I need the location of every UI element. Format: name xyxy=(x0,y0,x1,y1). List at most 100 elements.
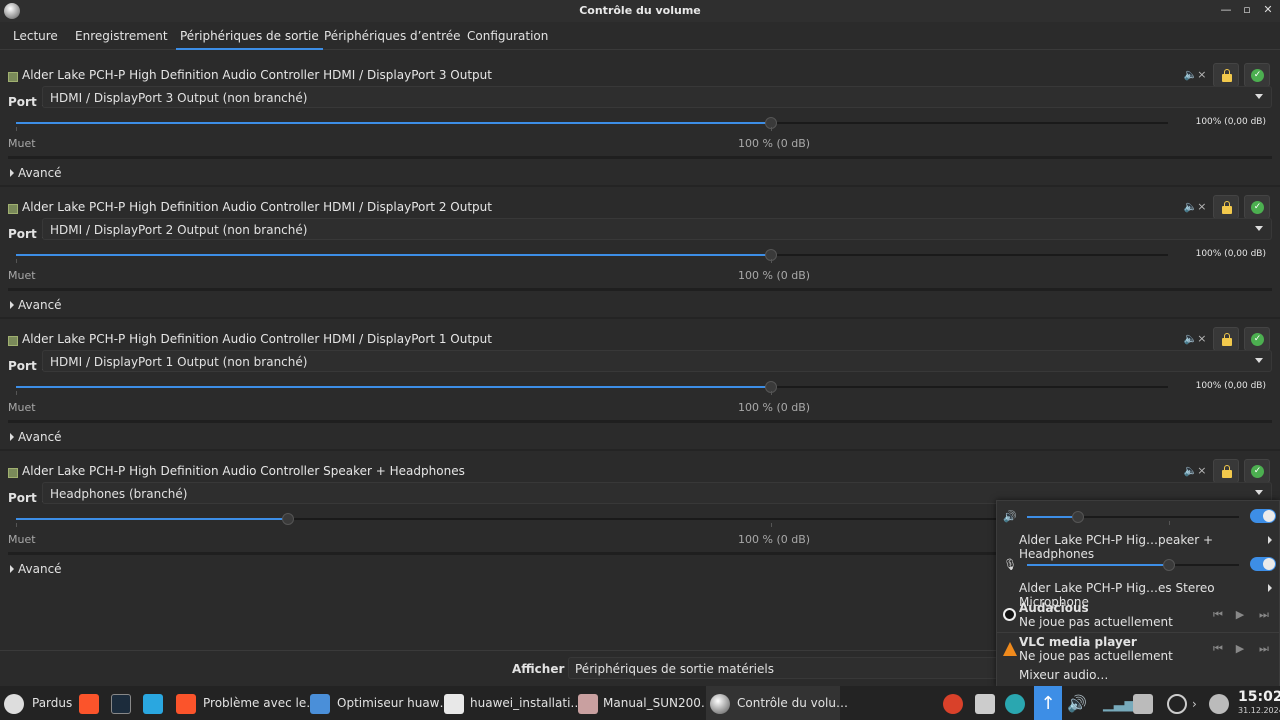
expand-arrow-icon xyxy=(10,169,14,177)
100-percent-scale-label: 100 % (0 dB) xyxy=(738,401,811,414)
set-default-button[interactable]: ✓ xyxy=(1244,459,1270,483)
advanced-expander[interactable]: Avancé xyxy=(10,166,62,180)
close-button[interactable]: ✕ xyxy=(1261,3,1275,17)
tab-peripheriques-entree[interactable]: Périphériques d’entrée xyxy=(324,22,461,50)
clock-date: 31.12.2024 xyxy=(1238,706,1280,715)
tab-configuration[interactable]: Configuration xyxy=(467,22,548,50)
set-default-button[interactable]: ✓ xyxy=(1244,327,1270,351)
volume-fill xyxy=(16,122,771,124)
sound-card-icon xyxy=(8,204,18,214)
input-volume-slider[interactable] xyxy=(1027,559,1239,571)
play-button[interactable]: ▶ xyxy=(1231,607,1249,623)
slider-tick xyxy=(16,391,17,395)
lock-channels-button[interactable] xyxy=(1213,195,1239,219)
vlc-icon xyxy=(1003,642,1017,656)
previous-track-button[interactable]: ⏮ xyxy=(1209,641,1227,657)
audio-mixer-link[interactable]: Mixeur audio… xyxy=(1019,668,1108,682)
lock-channels-button[interactable] xyxy=(1213,459,1239,483)
tab-enregistrement[interactable]: Enregistrement xyxy=(75,22,168,50)
window-label: huawei_installati… xyxy=(470,696,583,710)
start-menu-button[interactable]: Pardus xyxy=(0,686,72,720)
set-default-button[interactable]: ✓ xyxy=(1244,195,1270,219)
mute-toggle-button[interactable]: 🔈× xyxy=(1182,195,1208,219)
tray-app-1[interactable] xyxy=(940,686,966,720)
divider xyxy=(8,420,1272,423)
lock-channels-button[interactable] xyxy=(1213,63,1239,87)
lock-icon xyxy=(1222,465,1232,478)
tab-peripheriques-sortie[interactable]: Périphériques de sortie xyxy=(176,22,323,50)
volume-slider[interactable] xyxy=(16,249,1168,261)
tray-volume[interactable]: 🔊 xyxy=(1064,686,1090,720)
slider-tick xyxy=(16,127,17,131)
brave-launcher[interactable] xyxy=(76,686,102,720)
clock[interactable]: 15:02 31.12.2024 xyxy=(1238,689,1280,715)
tray-clipboard[interactable] xyxy=(972,686,998,720)
taskbar-window-pdf[interactable]: Manual_SUN200… xyxy=(574,686,713,720)
mute-scale-label: Muet xyxy=(8,533,36,546)
port-select[interactable]: HDMI / DisplayPort 3 Output (non branché… xyxy=(42,86,1272,108)
chevron-right-icon xyxy=(1268,584,1272,592)
checkmark-icon: ✓ xyxy=(1251,201,1264,214)
divider xyxy=(0,449,1280,451)
tray-night-light[interactable] xyxy=(1164,686,1190,720)
port-label: Port : xyxy=(8,359,46,373)
chevron-down-icon xyxy=(1255,94,1263,99)
input-mute-toggle[interactable] xyxy=(1250,557,1276,571)
tray-updates[interactable]: ↑ xyxy=(1034,686,1062,720)
next-track-button[interactable]: ⏭ xyxy=(1255,607,1273,623)
slider-tick xyxy=(1169,521,1170,525)
output-device-hdmi-1: Alder Lake PCH-P High Definition Audio C… xyxy=(0,321,1280,453)
terminal-launcher[interactable] xyxy=(108,686,134,720)
tray-tasks[interactable] xyxy=(1130,686,1156,720)
show-filter-value: Périphériques de sortie matériels xyxy=(575,662,774,676)
slider-tick xyxy=(771,127,772,131)
taskbar-window-document[interactable]: huawei_installati… xyxy=(440,686,582,720)
input-volume-handle[interactable] xyxy=(1163,559,1175,571)
taskbar: Pardus Problème avec le… Optimiseur huaw… xyxy=(0,686,1280,720)
slider-tick xyxy=(771,523,772,527)
tab-lecture[interactable]: Lecture xyxy=(13,22,58,50)
tray-system-monitor[interactable] xyxy=(1002,686,1028,720)
vm-launcher[interactable] xyxy=(140,686,166,720)
lock-channels-button[interactable] xyxy=(1213,327,1239,351)
taskbar-window-files[interactable]: Optimiseur huaw… xyxy=(306,686,452,720)
volume-slider[interactable] xyxy=(16,381,1168,393)
port-select[interactable]: HDMI / DisplayPort 1 Output (non branché… xyxy=(42,350,1272,372)
expand-arrow-icon xyxy=(10,433,14,441)
output-volume-handle[interactable] xyxy=(1072,511,1084,523)
advanced-expander[interactable]: Avancé xyxy=(10,298,62,312)
minimize-button[interactable]: — xyxy=(1219,3,1233,17)
output-mute-toggle[interactable] xyxy=(1250,509,1276,523)
mute-toggle-button[interactable]: 🔈× xyxy=(1182,327,1208,351)
previous-track-button[interactable]: ⏮ xyxy=(1209,607,1227,623)
chevron-right-icon xyxy=(1268,536,1272,544)
set-default-button[interactable]: ✓ xyxy=(1244,63,1270,87)
volume-slider[interactable] xyxy=(16,117,1168,129)
mute-scale-label: Muet xyxy=(8,401,36,414)
maximize-button[interactable]: ▫ xyxy=(1240,3,1254,17)
volume-app-icon xyxy=(710,694,730,714)
advanced-expander[interactable]: Avancé xyxy=(10,430,62,444)
window-title: Contrôle du volume xyxy=(579,4,701,17)
output-device-selector[interactable]: Alder Lake PCH-P Hig…peaker + Headphones xyxy=(1019,533,1279,561)
slider-tick xyxy=(16,259,17,263)
tray-phone[interactable] xyxy=(1206,686,1234,720)
play-button[interactable]: ▶ xyxy=(1231,641,1249,657)
tray-network[interactable]: ▁▃▅ xyxy=(1100,686,1135,720)
advanced-expander[interactable]: Avancé xyxy=(10,562,62,576)
player-status: Ne joue pas actuellement xyxy=(1019,615,1173,629)
next-track-button[interactable]: ⏭ xyxy=(1255,641,1273,657)
mute-toggle-button[interactable]: 🔈× xyxy=(1182,459,1208,483)
taskbar-window-volume-control[interactable]: Contrôle du volu… xyxy=(706,686,848,720)
taskbar-window-brave[interactable]: Problème avec le… xyxy=(172,686,318,720)
port-select[interactable]: HDMI / DisplayPort 2 Output (non branché… xyxy=(42,218,1272,240)
output-volume-slider[interactable] xyxy=(1027,511,1239,523)
window-label: Contrôle du volu… xyxy=(737,696,848,710)
volume-handle[interactable] xyxy=(282,513,294,525)
lock-icon xyxy=(1222,69,1232,82)
tray-expand[interactable]: › xyxy=(1192,686,1204,720)
mute-toggle-button[interactable]: 🔈× xyxy=(1182,63,1208,87)
show-filter-select[interactable]: Périphériques de sortie matériels xyxy=(568,657,998,679)
microphone-icon: 🎙 xyxy=(1003,558,1017,571)
advanced-label: Avancé xyxy=(18,166,62,180)
